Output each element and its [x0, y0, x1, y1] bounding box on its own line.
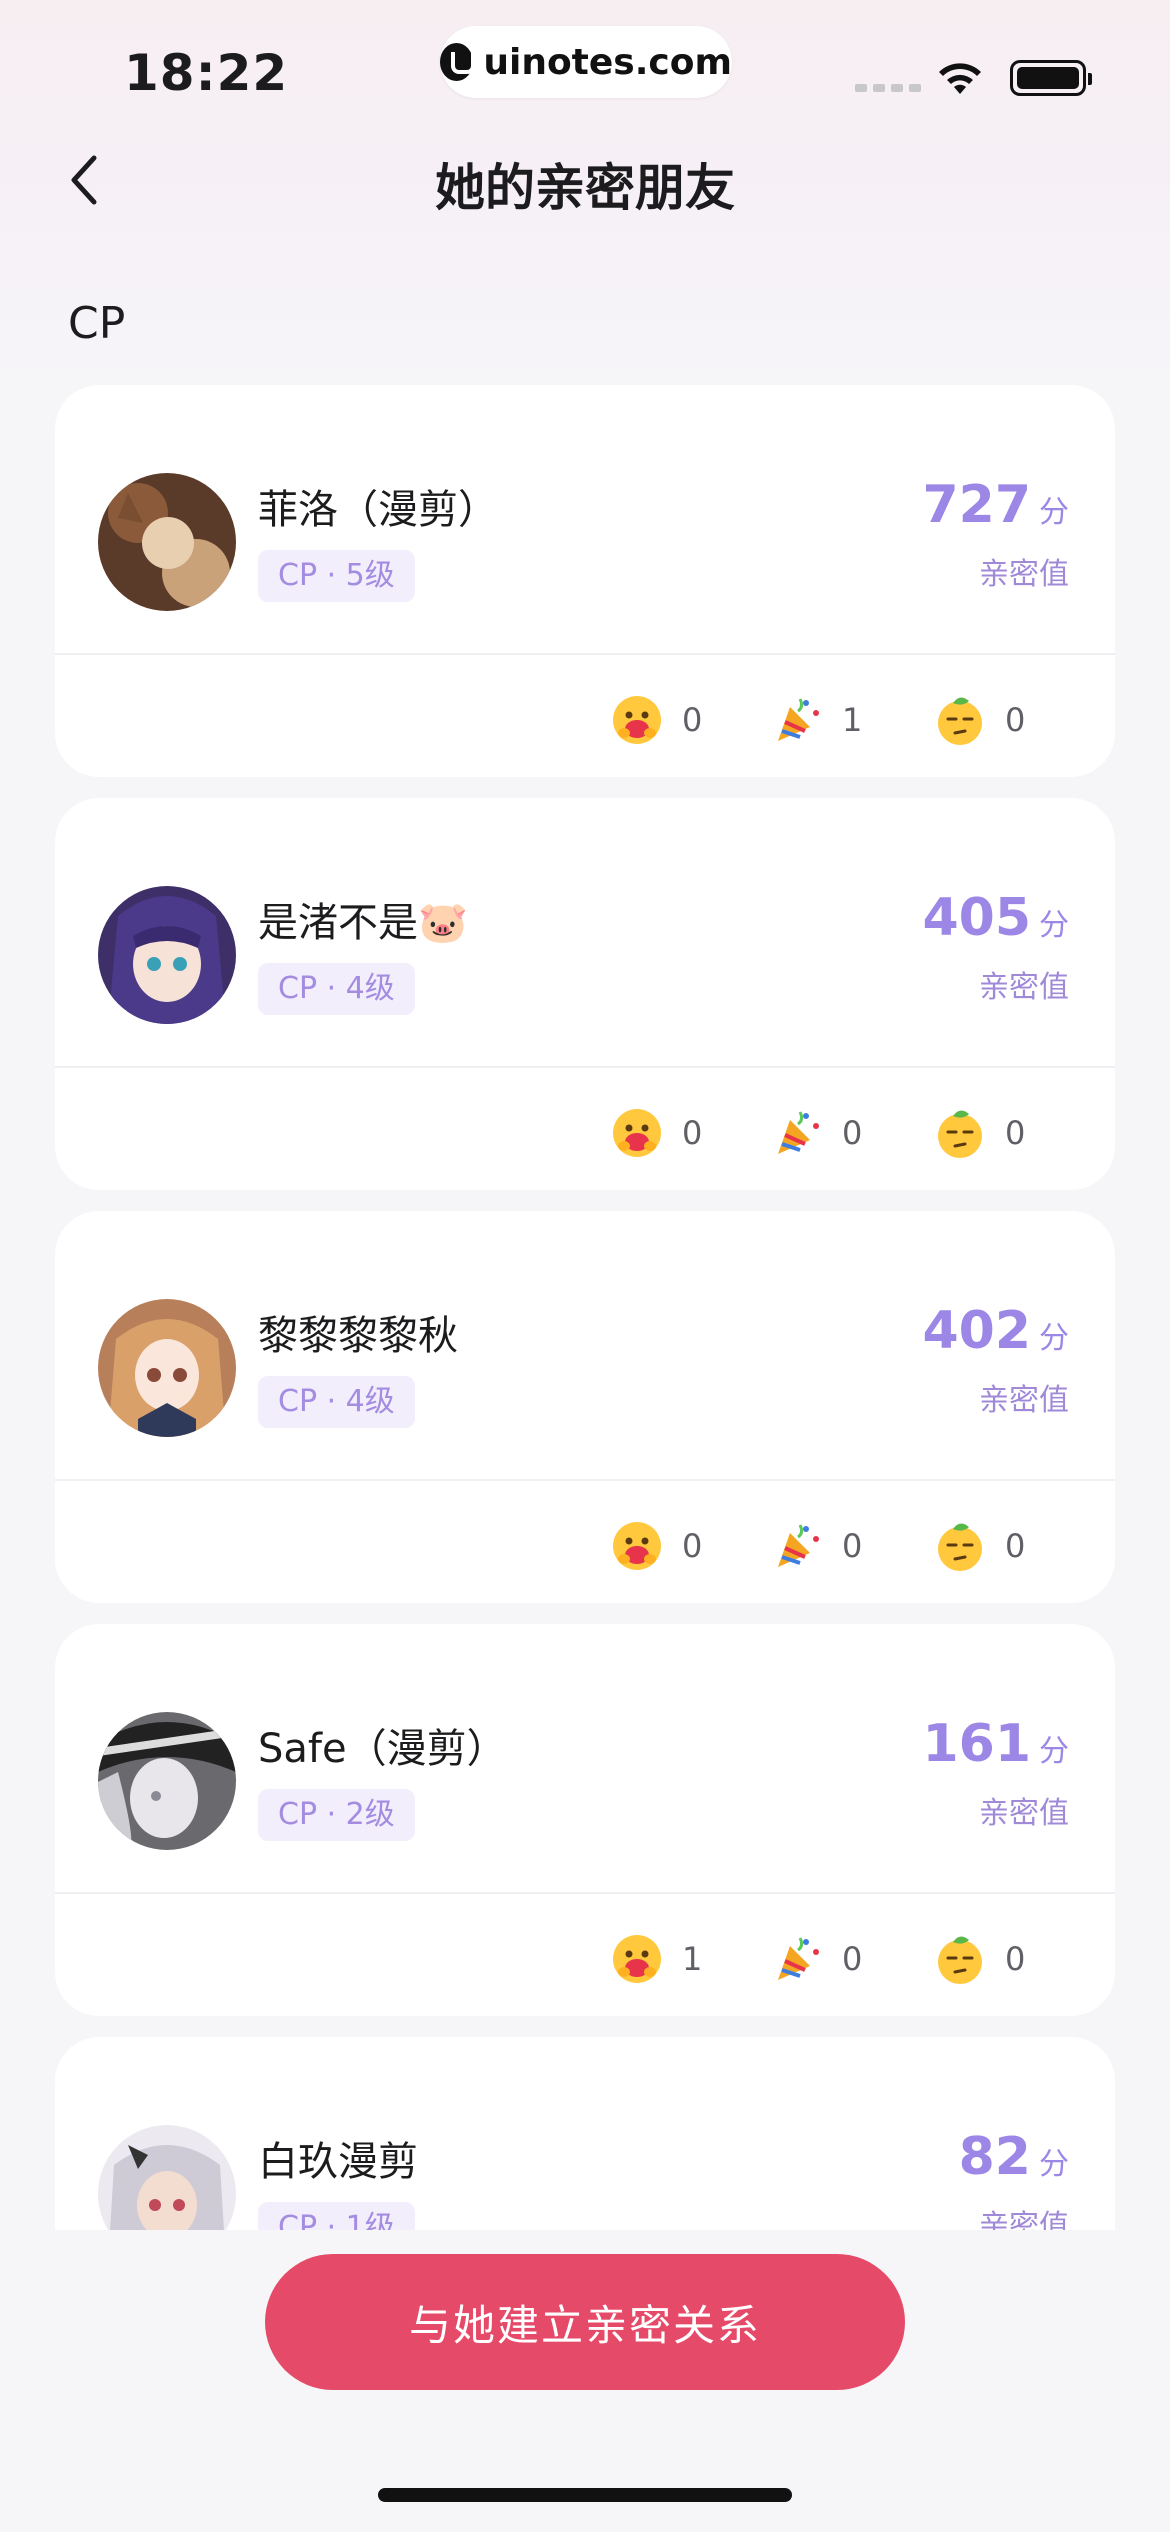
cellular-signal-icon — [855, 84, 921, 92]
level-badge: CP · 4级 — [258, 963, 415, 1015]
home-indicator — [378, 2488, 792, 2502]
status-time: 18:22 — [124, 44, 289, 102]
reaction-count: 1 — [842, 701, 863, 739]
reaction-count: 0 — [682, 1527, 703, 1565]
score-unit: 分 — [1039, 908, 1069, 943]
hug-emoji-icon — [613, 1935, 661, 1983]
friend-card-header[interactable]: 白玖漫剪 CP · 1级 82 分 亲密值 — [55, 2037, 1115, 2230]
score-label: 亲密值 — [979, 1796, 1069, 1831]
reaction-hug[interactable]: 0 — [610, 1106, 702, 1160]
reaction-count: 0 — [1005, 701, 1026, 739]
friend-card[interactable]: 白玖漫剪 CP · 1级 82分 亲密值 0 0 0 — [55, 2037, 1115, 2230]
intimacy-score: 82 分 亲密值 — [959, 2127, 1069, 2230]
friend-card-header[interactable]: 是渚不是🐷 CP · 4级 405 分 亲密值 — [55, 798, 1115, 1066]
friend-card[interactable]: 菲洛（漫剪） CP · 5级 727 分 亲密值 0 1 0 — [55, 385, 1115, 777]
friend-name: 是渚不是🐷 — [258, 900, 468, 946]
intimacy-score: 161 分 亲密值 — [922, 1714, 1069, 1832]
reaction-count: 0 — [682, 1114, 703, 1152]
friend-list[interactable]: 菲洛（漫剪） CP · 5级 727 分 亲密值 0 1 0 是渚不是🐷 CP … — [0, 385, 1170, 2230]
reaction-row: 1 0 0 — [55, 1894, 1115, 2016]
reaction-row: 0 0 0 — [55, 1068, 1115, 1190]
reaction-lemon[interactable]: 0 — [933, 693, 1025, 747]
reaction-hug[interactable]: 1 — [610, 1932, 702, 1986]
intimacy-score: 727 分 亲密值 — [922, 475, 1069, 593]
hug-emoji-icon — [613, 1522, 661, 1570]
score-value: 405 — [922, 888, 1031, 948]
score-unit: 分 — [1039, 495, 1069, 530]
url-pill[interactable]: uinotes.com — [440, 26, 732, 98]
uinotes-logo-icon — [440, 43, 476, 81]
score-value: 161 — [922, 1714, 1031, 1774]
intimacy-score: 405 分 亲密值 — [922, 888, 1069, 1006]
score-unit: 分 — [1039, 1321, 1069, 1356]
lemon-face-icon — [938, 1936, 982, 1984]
friend-card[interactable]: 是渚不是🐷 CP · 4级 405 分 亲密值 0 0 0 — [55, 798, 1115, 1190]
reaction-count: 0 — [682, 701, 703, 739]
lemon-face-icon — [938, 1110, 982, 1158]
friend-name: 白玖漫剪 — [258, 2139, 418, 2185]
lemon-face-icon — [938, 697, 982, 745]
avatar[interactable] — [98, 1299, 236, 1437]
friend-card-header[interactable]: 菲洛（漫剪） CP · 5级 727 分 亲密值 — [55, 385, 1115, 653]
party-popper-icon — [778, 1111, 819, 1154]
score-label: 亲密值 — [979, 970, 1069, 1005]
friend-card[interactable]: Safe（漫剪） CP · 2级 161 分 亲密值 1 0 0 — [55, 1624, 1115, 2016]
section-label-cp: CP — [68, 298, 126, 349]
intimacy-score: 402 分 亲密值 — [922, 1301, 1069, 1419]
reaction-row: 0 0 0 — [55, 1481, 1115, 1603]
score-unit: 分 — [1039, 2147, 1069, 2182]
reaction-lemon[interactable]: 0 — [933, 1106, 1025, 1160]
avatar[interactable] — [98, 886, 236, 1024]
wifi-icon — [939, 63, 981, 94]
build-relationship-button[interactable]: 与她建立亲密关系 — [265, 2254, 905, 2390]
reaction-lemon[interactable]: 0 — [933, 1519, 1025, 1573]
battery-icon — [1010, 60, 1092, 96]
friend-card-header[interactable]: 黎黎黎黎秋 CP · 4级 402 分 亲密值 — [55, 1211, 1115, 1479]
reaction-hug[interactable]: 0 — [610, 693, 702, 747]
reaction-count: 0 — [1005, 1940, 1026, 1978]
party-popper-icon — [778, 1524, 819, 1567]
reaction-party[interactable]: 0 — [770, 1932, 862, 1986]
score-label: 亲密值 — [979, 557, 1069, 592]
reaction-count: 0 — [1005, 1114, 1026, 1152]
reaction-count: 0 — [1005, 1527, 1026, 1565]
score-value: 402 — [922, 1301, 1031, 1361]
reaction-hug[interactable]: 0 — [610, 1519, 702, 1573]
reaction-count: 1 — [682, 1940, 703, 1978]
reaction-count: 0 — [842, 1527, 863, 1565]
party-popper-icon — [778, 1937, 819, 1980]
reaction-party[interactable]: 0 — [770, 1106, 862, 1160]
friend-name: 黎黎黎黎秋 — [258, 1313, 458, 1359]
level-badge: CP · 4级 — [258, 1376, 415, 1428]
level-badge: CP · 5级 — [258, 550, 415, 602]
hug-emoji-icon — [613, 696, 661, 744]
status-bar: 18:22 uinotes.com — [0, 0, 1170, 140]
reaction-lemon[interactable]: 0 — [933, 1932, 1025, 1986]
reaction-party[interactable]: 1 — [770, 693, 862, 747]
reaction-count: 0 — [842, 1940, 863, 1978]
friend-card[interactable]: 黎黎黎黎秋 CP · 4级 402 分 亲密值 0 0 0 — [55, 1211, 1115, 1603]
avatar[interactable] — [98, 473, 236, 611]
hug-emoji-icon — [613, 1109, 661, 1157]
score-unit: 分 — [1039, 1734, 1069, 1769]
url-text: uinotes.com — [483, 41, 732, 83]
party-popper-icon — [778, 698, 819, 741]
avatar[interactable] — [98, 2125, 236, 2230]
score-label: 亲密值 — [979, 1383, 1069, 1418]
friend-name: Safe（漫剪） — [258, 1726, 507, 1772]
level-badge: CP · 2级 — [258, 1789, 415, 1841]
reaction-count: 0 — [842, 1114, 863, 1152]
score-value: 82 — [958, 2127, 1031, 2187]
reaction-row: 0 1 0 — [55, 655, 1115, 777]
level-badge: CP · 1级 — [258, 2202, 415, 2230]
reaction-party[interactable]: 0 — [770, 1519, 862, 1573]
avatar[interactable] — [98, 1712, 236, 1850]
friend-name: 菲洛（漫剪） — [258, 487, 498, 533]
page-title: 她的亲密朋友 — [435, 159, 735, 217]
score-label: 亲密值 — [979, 2209, 1069, 2230]
friend-card-header[interactable]: Safe（漫剪） CP · 2级 161 分 亲密值 — [55, 1624, 1115, 1892]
lemon-face-icon — [938, 1523, 982, 1571]
score-value: 727 — [922, 475, 1031, 535]
